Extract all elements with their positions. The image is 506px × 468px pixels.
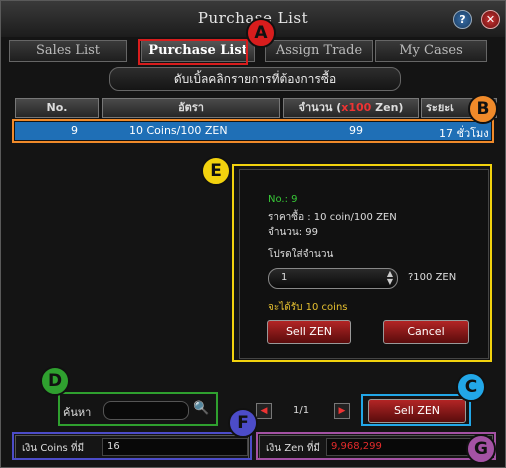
marker-g: G (466, 434, 496, 464)
marker-f: F (228, 408, 258, 438)
tab-sales-list[interactable]: Sales List (9, 40, 127, 62)
next-page-icon[interactable]: ▶ (334, 403, 350, 419)
tab-my-cases[interactable]: My Cases (375, 40, 487, 62)
col-header-quantity[interactable]: จำนวน (x100 Zen) (283, 98, 419, 118)
col-header-quantity-multiplier: x100 (341, 101, 372, 114)
close-icon[interactable]: ✕ (481, 10, 500, 29)
marker-c: C (456, 372, 486, 402)
marker-e: E (201, 156, 231, 186)
marker-f-box (12, 432, 252, 460)
marker-c-box (361, 394, 471, 426)
marker-b: B (468, 94, 498, 124)
page-indicator: 1/1 (293, 405, 310, 416)
help-icon[interactable]: ? (453, 10, 472, 29)
marker-e-box (232, 164, 492, 362)
col-header-quantity-suffix: Zen) (371, 101, 404, 114)
marker-a-box (138, 39, 248, 65)
marker-g-box (256, 432, 496, 460)
col-header-rate[interactable]: อัตรา (102, 98, 280, 118)
tab-assign-trade[interactable]: Assign Trade (265, 40, 373, 62)
col-header-quantity-prefix: จำนวน ( (298, 101, 342, 114)
marker-a: A (246, 18, 276, 48)
col-header-no[interactable]: No. (15, 98, 99, 118)
marker-b-box (12, 119, 494, 143)
marker-d-box (58, 392, 218, 426)
marker-d: D (40, 366, 70, 396)
prev-page-icon[interactable]: ◀ (256, 403, 272, 419)
instruction-banner: ดับเบิ้ลคลิกรายการที่ต้องการซื้อ (109, 67, 401, 91)
